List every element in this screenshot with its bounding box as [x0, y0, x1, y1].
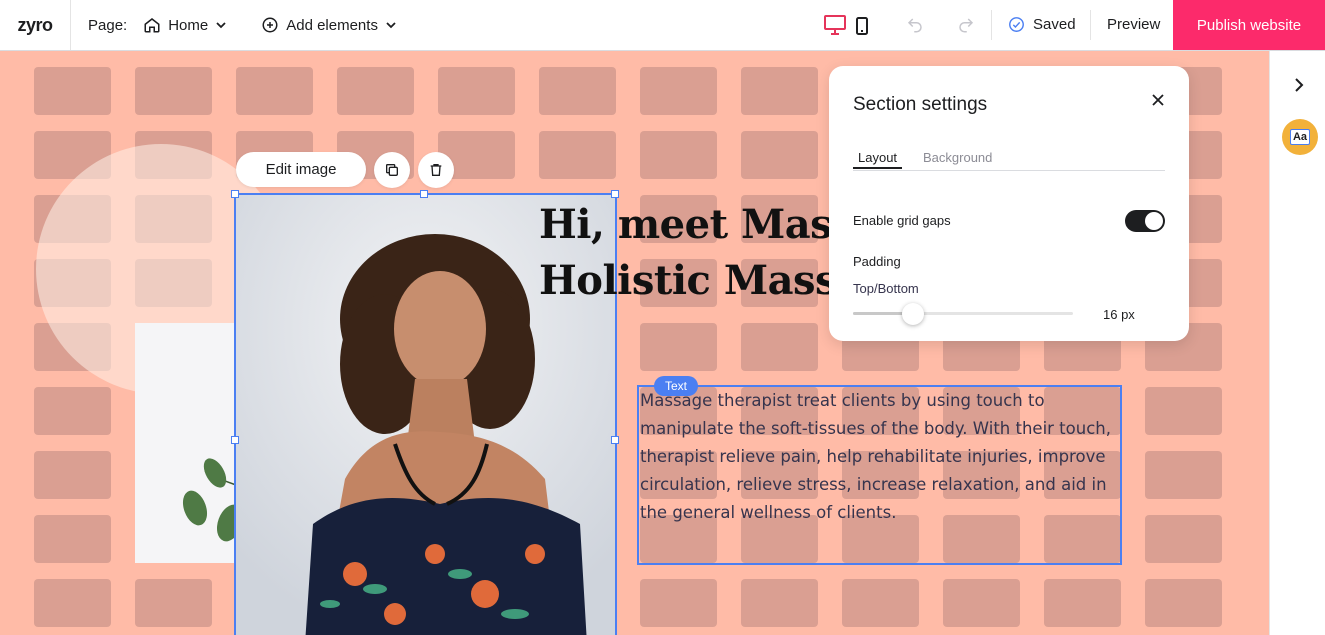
grid-cell [539, 131, 616, 179]
duplicate-icon [386, 164, 398, 176]
active-tab-indicator [853, 167, 902, 169]
resize-handle[interactable] [231, 436, 239, 444]
page-label: Page: [88, 16, 128, 34]
edit-image-button[interactable]: Edit image [236, 152, 366, 187]
grid-cell [539, 67, 616, 115]
padding-slider-track[interactable] [853, 312, 1073, 315]
saved-label: Saved [1033, 16, 1076, 33]
resize-handle[interactable] [611, 436, 619, 444]
add-elements-button[interactable]: Add elements [261, 16, 397, 34]
saved-status: Saved [1008, 16, 1076, 33]
enable-grid-gaps-label: Enable grid gaps [853, 213, 951, 228]
grid-cell [1044, 579, 1121, 627]
panel-title: Section settings [853, 94, 988, 115]
grid-cell [34, 515, 111, 563]
page-selector[interactable]: Home [143, 16, 227, 34]
check-circle-icon [1009, 17, 1024, 32]
home-icon [144, 18, 160, 33]
right-sidebar: Aa [1269, 51, 1325, 635]
chevron-right-icon[interactable] [1292, 78, 1306, 92]
grid-cell [741, 67, 818, 115]
grid-cell [34, 579, 111, 627]
body-text[interactable]: Massage therapist treat clients by using… [640, 387, 1122, 527]
grid-cell [741, 323, 818, 371]
grid-cell [1145, 387, 1222, 435]
tab-background[interactable]: Background [923, 150, 992, 165]
grid-cell [842, 579, 919, 627]
grid-cell [34, 387, 111, 435]
desktop-icon[interactable] [823, 14, 847, 36]
hero-heading-line-2: Holistic Massa [539, 257, 863, 304]
padding-label: Padding [853, 254, 901, 269]
grid-cell [236, 67, 313, 115]
top-bottom-label: Top/Bottom [853, 281, 919, 296]
trash-icon [430, 164, 442, 176]
hero-heading[interactable]: Hi, meet Massy Holistic Massa [539, 197, 877, 309]
chevron-down-icon [386, 22, 396, 29]
grid-cell [640, 131, 717, 179]
toggle-knob [1145, 212, 1163, 230]
grid-cell [135, 579, 212, 627]
grid-cell [640, 323, 717, 371]
grid-cell [34, 67, 111, 115]
grid-gaps-toggle[interactable] [1125, 210, 1165, 232]
text-element-badge: Text [654, 376, 699, 396]
padding-value: 16 px [1103, 307, 1135, 322]
resize-handle[interactable] [420, 190, 428, 198]
grid-cell [943, 579, 1020, 627]
resize-handle[interactable] [231, 190, 239, 198]
grid-cell [640, 67, 717, 115]
grid-cell [337, 67, 414, 115]
settings-tabs: Layout Background [853, 150, 1165, 171]
grid-cell [1145, 515, 1222, 563]
hero-heading-line-1: Hi, meet Massy [539, 201, 877, 248]
close-icon[interactable] [1148, 90, 1168, 110]
editor-topbar: zyro Page: Home Add elements Saved Previ… [0, 0, 1325, 51]
grid-cell [438, 67, 515, 115]
chevron-down-icon [216, 22, 226, 29]
current-page-label: Home [168, 16, 209, 34]
typography-button[interactable]: Aa [1282, 119, 1318, 155]
toolbar-divider [991, 10, 992, 40]
redo-icon[interactable] [957, 16, 975, 34]
grid-cell [741, 579, 818, 627]
grid-cell [34, 451, 111, 499]
preview-button[interactable]: Preview [1107, 16, 1160, 33]
add-elements-label: Add elements [286, 16, 378, 34]
typography-icon: Aa [1289, 129, 1311, 145]
padding-slider-thumb[interactable] [902, 303, 924, 325]
grid-cell [1145, 451, 1222, 499]
publish-website-button[interactable]: Publish website [1173, 0, 1325, 50]
undo-icon[interactable] [906, 16, 924, 34]
tab-layout[interactable]: Layout [858, 150, 897, 165]
delete-button[interactable] [418, 152, 454, 188]
plus-circle-icon [262, 17, 278, 33]
zyro-logo[interactable]: zyro [0, 0, 71, 50]
grid-cell [135, 67, 212, 115]
section-settings-panel: Section settings Layout Background Enabl… [829, 66, 1189, 341]
grid-cell [640, 579, 717, 627]
duplicate-button[interactable] [374, 152, 410, 188]
grid-cell [741, 131, 818, 179]
toolbar-divider [1090, 10, 1091, 40]
grid-cell [1145, 579, 1222, 627]
mobile-icon[interactable] [855, 17, 869, 35]
